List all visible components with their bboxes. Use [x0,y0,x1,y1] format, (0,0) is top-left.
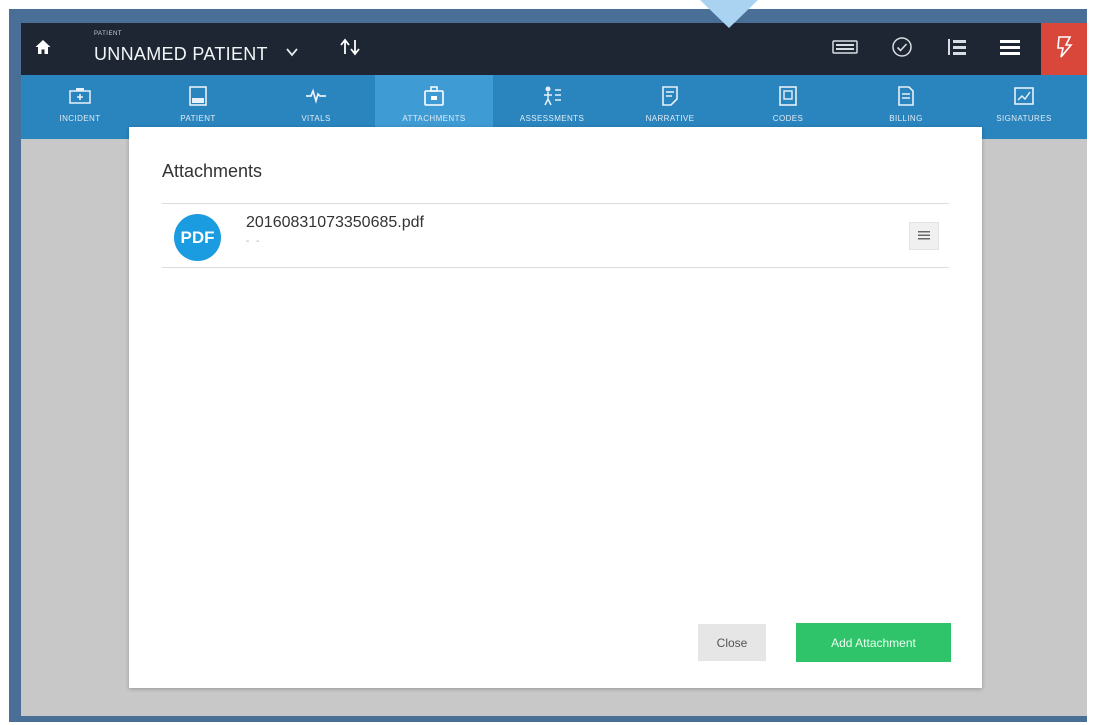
keyboard-icon [832,39,858,60]
sort-button[interactable] [333,35,369,63]
pdf-icon: PDF [174,214,221,261]
alert-button[interactable] [1041,23,1087,75]
add-attachment-button[interactable]: Add Attachment [796,623,951,662]
attachment-menu-button[interactable] [909,222,939,250]
patient-name[interactable]: UNNAMED PATIENT [94,44,268,65]
list-icon [946,37,968,62]
patient-icon [187,85,209,107]
menu-icon [999,38,1021,61]
pointer-arrow [700,0,758,28]
attachment-subtitle: - - [246,236,262,247]
attachments-modal: Attachments PDF 20160831073350685.pdf - … [129,127,982,688]
modal-title: Attachments [162,161,263,181]
tab-label: ASSESSMENTS [519,114,585,123]
validate-button[interactable] [887,35,917,63]
list-button[interactable] [942,35,972,63]
chevron-down-icon [285,46,299,63]
close-button[interactable]: Close [698,624,766,661]
sort-icon [339,38,363,61]
tab-label: VITALS [301,114,331,123]
main-menu-button[interactable] [995,35,1025,63]
tab-signatures[interactable]: SIGNATURES [965,75,1083,139]
keyboard-button[interactable] [830,35,860,63]
home-icon [34,38,52,61]
narrative-icon [659,85,681,107]
tab-label: PATIENT [180,114,216,123]
tab-label: SIGNATURES [996,114,1052,123]
tab-label: CODES [772,114,804,123]
home-button[interactable] [29,35,57,63]
signature-icon [1013,85,1035,107]
tab-label: INCIDENT [59,114,101,123]
tab-label: NARRATIVE [645,114,695,123]
tab-label: ATTACHMENTS [402,114,466,123]
ambulance-icon [68,85,92,107]
menu-icon [918,227,930,245]
heartbeat-icon [304,85,328,107]
attachment-row[interactable]: PDF 20160831073350685.pdf - - [162,203,949,268]
attachment-filename[interactable]: 20160831073350685.pdf [246,214,424,232]
tab-incident[interactable]: INCIDENT [21,75,139,139]
tab-label: BILLING [889,114,923,123]
patient-caption: PATIENT [94,31,122,37]
patient-dropdown-button[interactable] [285,45,299,64]
alert-icon [1053,34,1075,65]
billing-icon [895,85,917,107]
assessment-icon [540,85,564,107]
app-screen: PATIENT UNNAMED PATIENT INCIDENT PATIENT… [21,23,1087,716]
top-bar: PATIENT UNNAMED PATIENT [21,23,1087,75]
check-circle-icon [891,36,913,63]
codes-icon [777,85,799,107]
briefcase-icon [422,85,446,107]
